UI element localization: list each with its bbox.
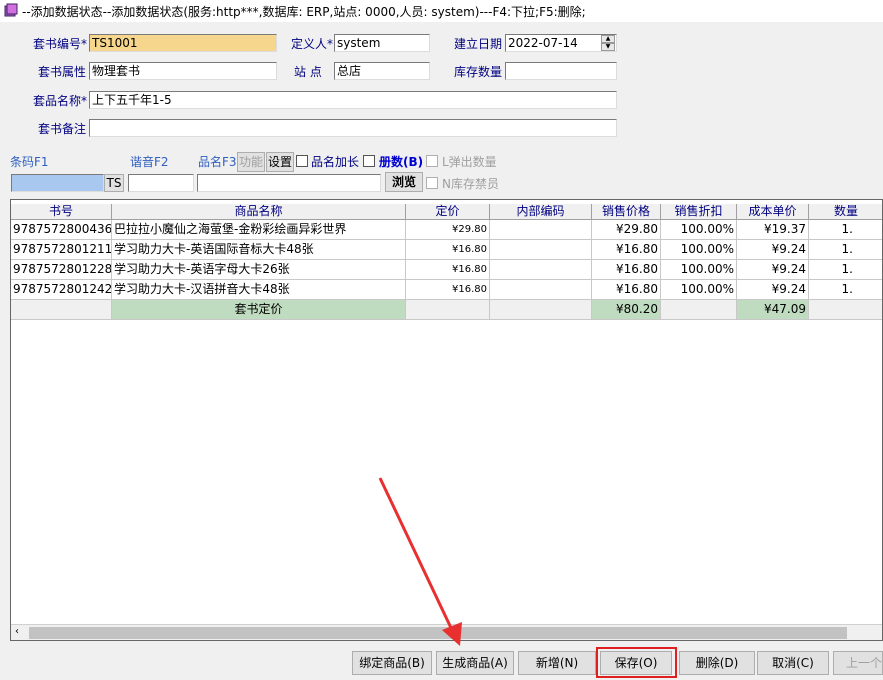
table-row-1-unit-cost[interactable]: ¥19.37: [737, 220, 809, 240]
col-header-discount[interactable]: 销售折扣: [661, 204, 737, 220]
stock-ban-label: N库存禁员: [442, 177, 499, 191]
definer-label: 定义人*: [291, 37, 334, 51]
col-header-quantity[interactable]: 数量: [809, 204, 882, 220]
set-code-input[interactable]: TS1001: [89, 34, 277, 52]
table-row-1-discount[interactable]: 100.00%: [661, 220, 737, 240]
generate-product-button[interactable]: 生成商品(A): [436, 651, 514, 675]
table-row-4-list-price[interactable]: ¥16.80: [406, 280, 490, 300]
pinyin-label: 谐音F2: [130, 155, 169, 169]
table-row-4-internal-code[interactable]: [490, 280, 592, 300]
created-date-value: 2022-07-14: [508, 36, 578, 50]
table-row-2-discount[interactable]: 100.00%: [661, 240, 737, 260]
table-row-4-name[interactable]: 学习助力大卡-汉语拼音大卡48张: [112, 280, 406, 300]
col-header-internal-code[interactable]: 内部编码: [490, 204, 592, 220]
settings-checkbox[interactable]: [296, 155, 308, 167]
table-row-3-quantity[interactable]: 1.: [809, 260, 882, 280]
table-row-2-internal-code[interactable]: [490, 240, 592, 260]
scroll-left-icon[interactable]: ‹: [15, 626, 19, 637]
delete-button[interactable]: 删除(D): [679, 651, 755, 675]
table-row-1-isbn[interactable]: 9787572800436: [11, 220, 112, 240]
col-header-sale-price[interactable]: 销售价格: [592, 204, 661, 220]
col-header-product-name[interactable]: 商品名称: [112, 204, 406, 220]
set-note-input[interactable]: [89, 119, 617, 137]
stock-qty-input[interactable]: [505, 62, 617, 80]
red-arrow-annotation: [378, 477, 462, 646]
product-name-label: 套品名称*: [33, 94, 88, 108]
date-spin-up-icon[interactable]: ▲: [601, 35, 615, 43]
set-code-label: 套书编号*: [33, 37, 88, 51]
name-extend-checkbox[interactable]: [363, 155, 375, 167]
table-row-2-quantity[interactable]: 1.: [809, 240, 882, 260]
table-row-4-sale-price[interactable]: ¥16.80: [592, 280, 661, 300]
bind-product-button[interactable]: 绑定商品(B): [352, 651, 432, 675]
table-row-4-unit-cost[interactable]: ¥9.24: [737, 280, 809, 300]
date-spin-down-icon[interactable]: ▼: [601, 43, 615, 51]
pop-qty-checkbox[interactable]: [426, 155, 438, 167]
table-row-4-discount[interactable]: 100.00%: [661, 280, 737, 300]
table-row-1-list-price[interactable]: ¥29.80: [406, 220, 490, 240]
add-button[interactable]: 新增(N): [518, 651, 596, 675]
table-row-2-unit-cost[interactable]: ¥9.24: [737, 240, 809, 260]
settings-button[interactable]: 设置: [266, 152, 294, 172]
set-note-label: 套书备注: [38, 122, 87, 136]
save-highlight-box: [596, 647, 677, 678]
name-search-input[interactable]: [197, 174, 381, 192]
created-date-label: 建立日期: [454, 37, 503, 51]
browse-button[interactable]: 浏览: [385, 172, 423, 192]
table-row-3-discount[interactable]: 100.00%: [661, 260, 737, 280]
table-row-2-sale-price[interactable]: ¥16.80: [592, 240, 661, 260]
table-row-1-internal-code[interactable]: [490, 220, 592, 240]
stock-qty-label: 库存数量: [454, 65, 503, 79]
col-header-isbn[interactable]: 书号: [11, 204, 112, 220]
title-bar: --添加数据状态--添加数据状态(服务:http***,数据库: ERP,站点:…: [0, 0, 883, 22]
pop-qty-label: L弹出数量: [442, 155, 497, 169]
set-property-label: 套书属性: [38, 65, 87, 79]
table-row-3-unit-cost[interactable]: ¥9.24: [737, 260, 809, 280]
product-name-input[interactable]: 上下五千年1-5: [89, 91, 617, 109]
table-row-4-quantity[interactable]: 1.: [809, 280, 882, 300]
summary-empty-3: [490, 300, 592, 320]
function-button[interactable]: 功能: [237, 152, 265, 172]
table-row-3-list-price[interactable]: ¥16.80: [406, 260, 490, 280]
definer-input[interactable]: system: [334, 34, 430, 52]
app-icon: [4, 3, 18, 17]
site-input[interactable]: 总店: [334, 62, 430, 80]
summary-label: 套书定价: [112, 300, 406, 320]
summary-cost-total: ¥47.09: [737, 300, 809, 320]
table-row-1-name[interactable]: 巴拉拉小魔仙之海萤堡-金粉彩绘画异彩世界: [112, 220, 406, 240]
pinyin-input[interactable]: [128, 174, 194, 192]
table-row-2-name[interactable]: 学习助力大卡-英语国际音标大卡48张: [112, 240, 406, 260]
site-label: 站 点: [294, 65, 322, 79]
summary-empty-5: [809, 300, 882, 320]
volumes-label[interactable]: 册数(B): [379, 153, 423, 171]
table-row-3-internal-code[interactable]: [490, 260, 592, 280]
barcode-input[interactable]: [11, 174, 104, 192]
prev-button[interactable]: 上一个: [833, 651, 883, 675]
table-row-3-name[interactable]: 学习助力大卡-英语字母大卡26张: [112, 260, 406, 280]
window-title: --添加数据状态--添加数据状态(服务:http***,数据库: ERP,站点:…: [22, 5, 586, 19]
table-row-3-isbn[interactable]: 9787572801228: [11, 260, 112, 280]
set-property-input[interactable]: 物理套书: [89, 62, 277, 80]
table-row-1-sale-price[interactable]: ¥29.80: [592, 220, 661, 240]
col-header-unit-cost[interactable]: 成本单价: [737, 204, 809, 220]
cancel-button[interactable]: 取消(C): [757, 651, 829, 675]
table-row-1-quantity[interactable]: 1.: [809, 220, 882, 240]
table-row-2-isbn[interactable]: 9787572801211: [11, 240, 112, 260]
summary-empty-4: [661, 300, 737, 320]
name-label: 品名F3: [198, 155, 237, 169]
barcode-label: 条码F1: [10, 155, 49, 169]
summary-empty-1: [11, 300, 112, 320]
summary-sale-total: ¥80.20: [592, 300, 661, 320]
table-row-3-sale-price[interactable]: ¥16.80: [592, 260, 661, 280]
col-header-list-price[interactable]: 定价: [406, 204, 490, 220]
stock-ban-checkbox[interactable]: [426, 177, 438, 189]
table-row-2-list-price[interactable]: ¥16.80: [406, 240, 490, 260]
name-extend-label: 品名加长: [311, 155, 360, 169]
table-row-4-isbn[interactable]: 9787572801242: [11, 280, 112, 300]
summary-empty-2: [406, 300, 490, 320]
barcode-suffix-button[interactable]: TS: [104, 174, 124, 192]
